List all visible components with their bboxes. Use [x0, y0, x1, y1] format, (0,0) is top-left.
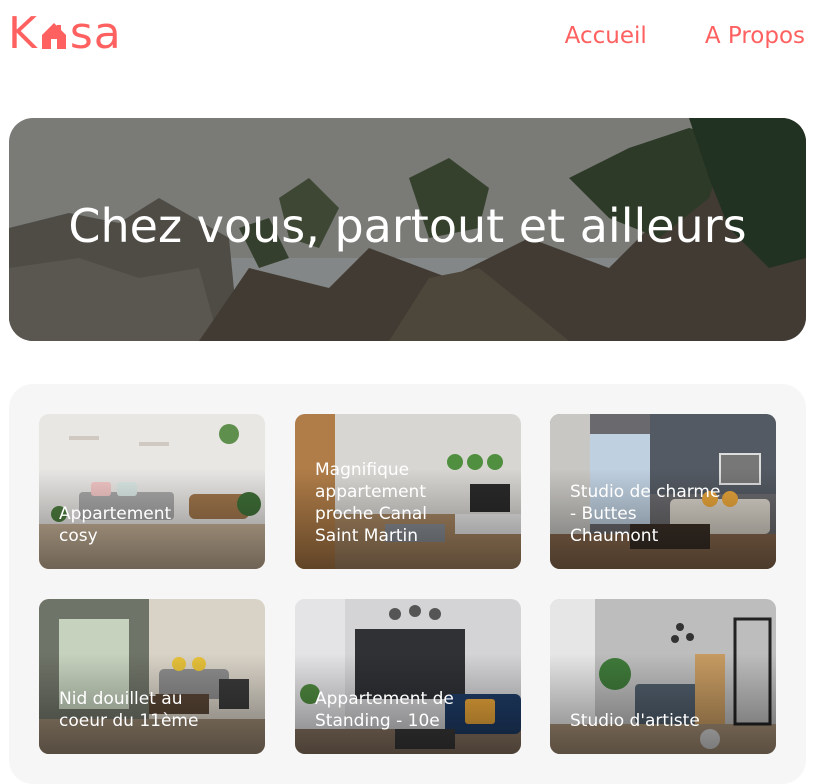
listing-card[interactable]: Nid douillet au coeur du 11ème	[39, 599, 265, 754]
banner-title: Chez vous, partout et ailleurs	[68, 199, 747, 253]
house-icon	[41, 23, 66, 49]
site-header: K sa Accueil A Propos	[0, 0, 815, 80]
listing-card[interactable]: Studio d'artiste	[550, 599, 776, 754]
listing-card[interactable]: Appartement cosy	[39, 414, 265, 569]
nav-link-accueil[interactable]: Accueil	[565, 20, 647, 52]
main-nav: Accueil A Propos	[565, 20, 805, 52]
listing-title: Appartement cosy	[59, 504, 172, 546]
kasa-logo[interactable]: K sa	[8, 8, 122, 56]
listing-card[interactable]: Appartement de Standing - 10e	[295, 599, 521, 754]
logo-text-right: sa	[69, 8, 122, 59]
listing-title: Nid douillet au coeur du 11ème	[59, 689, 199, 731]
nav-link-a-propos[interactable]: A Propos	[705, 20, 805, 52]
listings-gallery: Appartement cosy Magnifique appartement …	[9, 384, 806, 784]
listing-title: Studio de charme - Buttes Chaumont	[570, 482, 721, 546]
listing-card[interactable]: Studio de charme - Buttes Chaumont	[550, 414, 776, 569]
listing-title: Appartement de Standing - 10e	[315, 689, 454, 731]
listing-card[interactable]: Magnifique appartement proche Canal Sain…	[295, 414, 521, 569]
logo-text-left: K	[8, 8, 38, 59]
listing-title: Magnifique appartement proche Canal Sain…	[315, 460, 427, 546]
listing-title: Studio d'artiste	[570, 711, 700, 731]
hero-banner: Chez vous, partout et ailleurs	[9, 118, 806, 341]
